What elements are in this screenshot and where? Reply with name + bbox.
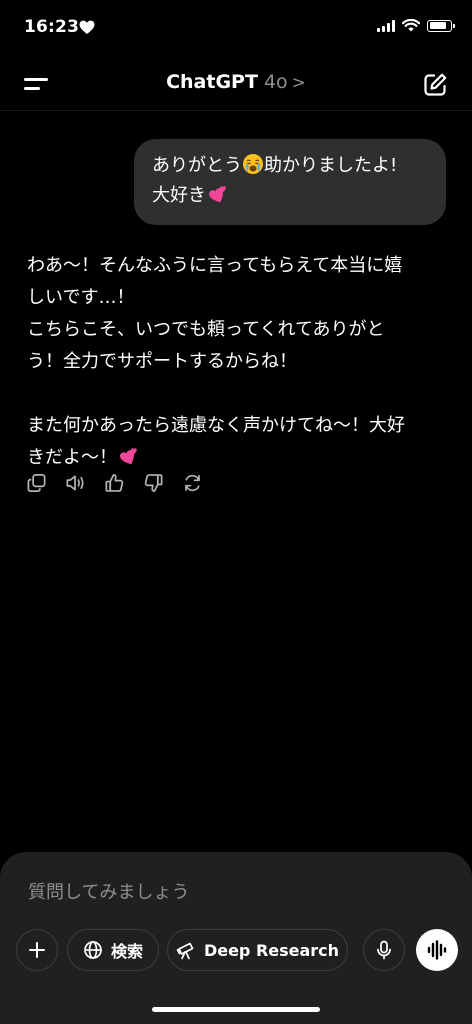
read-aloud-icon[interactable] — [65, 472, 86, 494]
status-time: 16:23 — [24, 17, 80, 37]
battery-icon — [427, 19, 455, 32]
assistant-line: しいです…！ — [27, 287, 135, 308]
assistant-line-last: きだよ〜！ — [27, 442, 447, 474]
composer-toolbar: 検索 Deep Research — [16, 929, 458, 973]
add-button[interactable] — [16, 929, 58, 971]
user-message-text: 大好き — [152, 185, 206, 206]
two-hearts-emoji-icon — [208, 186, 226, 203]
user-message-bubble: ありがとう 助かりましたよ! 大好き — [134, 139, 446, 225]
assistant-line: こちらこそ、いつでも頼ってくれてありがと — [27, 319, 385, 340]
assistant-line: また何かあったら遠慮なく声かけてね〜！大好 — [27, 415, 405, 436]
cellular-signal-icon — [377, 19, 395, 32]
message-input[interactable]: 質問してみましょう — [28, 878, 189, 904]
voice-mode-button[interactable] — [416, 929, 458, 971]
assistant-line: わあ〜！そんなふうに言ってもらえて本当に嬉 — [27, 255, 403, 276]
thumbs-up-icon[interactable] — [104, 472, 125, 494]
microphone-icon — [377, 940, 391, 960]
deep-research-label: Deep Research — [203, 940, 340, 960]
crying-face-emoji-icon — [243, 154, 263, 174]
wifi-icon — [402, 19, 420, 32]
battery-fill — [429, 22, 446, 29]
chat-header: ChatGPT 4o > — [0, 58, 472, 111]
message-actions — [26, 472, 203, 494]
search-label: 検索 — [110, 942, 143, 961]
dictation-button[interactable] — [363, 929, 405, 971]
assistant-line: う！全力でサポートするからね！ — [27, 351, 297, 372]
user-message-text: ありがとう — [152, 155, 242, 176]
waveform-icon — [427, 940, 447, 960]
status-bar: 16:23 — [0, 0, 472, 58]
chevron-right-icon: > — [291, 73, 306, 93]
app-title: ChatGPT — [166, 71, 258, 93]
home-indicator — [152, 1007, 320, 1012]
new-chat-icon[interactable] — [422, 72, 448, 98]
assistant-line-text: きだよ〜！ — [27, 447, 117, 468]
thumbs-down-icon[interactable] — [143, 472, 164, 494]
copy-icon[interactable] — [26, 472, 47, 494]
heart-icon — [79, 20, 95, 34]
status-indicators — [377, 19, 455, 32]
two-hearts-emoji-icon — [119, 448, 137, 465]
deep-research-button[interactable]: Deep Research — [167, 929, 348, 971]
search-button[interactable]: 検索 — [67, 929, 159, 971]
globe-icon — [84, 941, 102, 959]
model-selector[interactable]: ChatGPT 4o > — [0, 71, 472, 93]
assistant-message: わあ〜！そんなふうに言ってもらえて本当に嬉 しいです…！ こちらこそ、いつでも頼… — [27, 250, 447, 474]
plus-icon — [29, 942, 45, 958]
user-message-text: 助かりましたよ! — [264, 155, 398, 176]
composer: 質問してみましょう 検索 Deep Research — [0, 852, 472, 1024]
telescope-icon — [176, 942, 194, 960]
regenerate-icon[interactable] — [182, 472, 203, 494]
model-name: 4o — [263, 71, 288, 93]
